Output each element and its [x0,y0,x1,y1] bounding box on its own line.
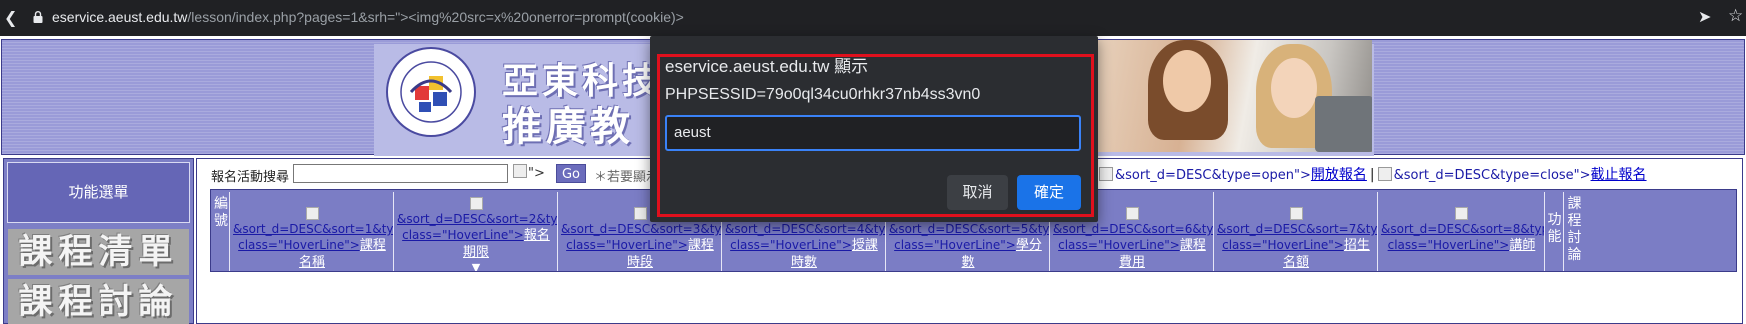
university-logo-icon [386,47,476,137]
lock-icon [33,11,43,23]
broken-image-icon [1099,167,1113,181]
filter-closed-link[interactable]: 截止報名 [1591,167,1647,183]
col-header-course-name[interactable]: &sort_d=DESC&sort=1&type=" class="HoverL… [231,192,394,271]
search-label: 報名活動搜尋 [211,170,290,185]
sort-arrow-icon: ▼ [471,261,481,271]
col-header-deadline[interactable]: &sort_d=DESC&sort=2&type=" class="HoverL… [395,192,558,271]
col-header-code: &sort_d=DESC&sort=7&type=" class="HoverL… [1217,222,1378,270]
col-number-header: 編號 [213,192,230,271]
banner-title-line2: 推廣教 [502,104,634,150]
cancel-button[interactable]: 取消 [947,175,1008,210]
url-path: /lesson/index.php?pages=1&srh="><img%20s… [187,9,684,25]
sidebar-item-course-discussion[interactable]: 課程討論 [8,279,189,324]
col-discussion-header: 課程討論 [1565,192,1584,271]
send-icon[interactable]: ➤ [1698,7,1711,26]
broken-image-icon [633,207,647,220]
url-text[interactable]: eservice.aeust.edu.tw/lesson/index.php?p… [52,9,684,25]
col-header-code: &sort_d=DESC&sort=2&type=" class="HoverL… [397,212,558,260]
broken-image-icon [469,197,483,210]
injected-fragment: "> [528,166,545,181]
back-arrow-icon[interactable]: ❮ [4,8,17,27]
broken-image-icon [513,164,527,178]
col-header-code: &sort_d=DESC&sort=6&type=" class="HoverL… [1053,222,1214,270]
filter-open-code: &sort_d=DESC&type=open"> [1115,168,1311,183]
broken-image-icon [1377,167,1392,181]
dialog-input[interactable]: aeust [665,115,1081,151]
dialog-title: eservice.aeust.edu.tw 顯示 [665,57,869,76]
col-header-quota[interactable]: &sort_d=DESC&sort=7&type=" class="HoverL… [1215,192,1378,271]
dialog-message: PHPSESSID=79o0ql34cu0rhkr37nb4ss3vn0 [665,86,981,103]
filter-separator: | [1369,167,1375,183]
sidebar: 功能選單 課程清單 課程討論 [3,158,194,324]
broken-image-icon [1289,207,1303,220]
col-function-header: 功能 [1546,192,1564,271]
banner-photo [1093,40,1372,152]
sidebar-header: 功能選單 [7,162,190,223]
col-header-code: &sort_d=DESC&sort=3&type=" class="HoverL… [561,222,722,270]
col-header-code: &sort_d=DESC&sort=5&type=" class="HoverL… [889,222,1050,270]
broken-image-icon [1455,207,1468,220]
search-input[interactable] [293,164,508,183]
url-host: eservice.aeust.edu.tw [52,9,188,25]
address-bar: ❮ eservice.aeust.edu.tw/lesson/index.php… [0,0,1746,36]
filter-open-link[interactable]: 開放報名 [1311,167,1367,183]
broken-image-icon [305,207,319,220]
sidebar-item-course-list[interactable]: 課程清單 [8,229,189,275]
broken-image-icon [1125,207,1139,220]
filter-closed-code: &sort_d=DESC&type=close"> [1393,168,1591,183]
status-filters: &sort_d=DESC&type=open">開放報名 | &sort_d=DES… [1099,164,1647,184]
col-header-code: &sort_d=DESC&sort=1&type=" class="HoverL… [233,222,394,270]
go-button[interactable]: Go [556,164,586,183]
col-header-code: &sort_d=DESC&sort=4&type=" class="HoverL… [725,222,886,270]
bookmark-star-icon[interactable]: ☆ [1728,6,1743,26]
ok-button[interactable]: 確定 [1017,175,1081,210]
browser-window: ❮ eservice.aeust.edu.tw/lesson/index.php… [0,0,1746,324]
col-header-code: &sort_d=DESC&sort=8&type=" class="HoverL… [1381,222,1544,253]
col-header-instructor[interactable]: &sort_d=DESC&sort=8&type=" class="HoverL… [1379,192,1545,271]
